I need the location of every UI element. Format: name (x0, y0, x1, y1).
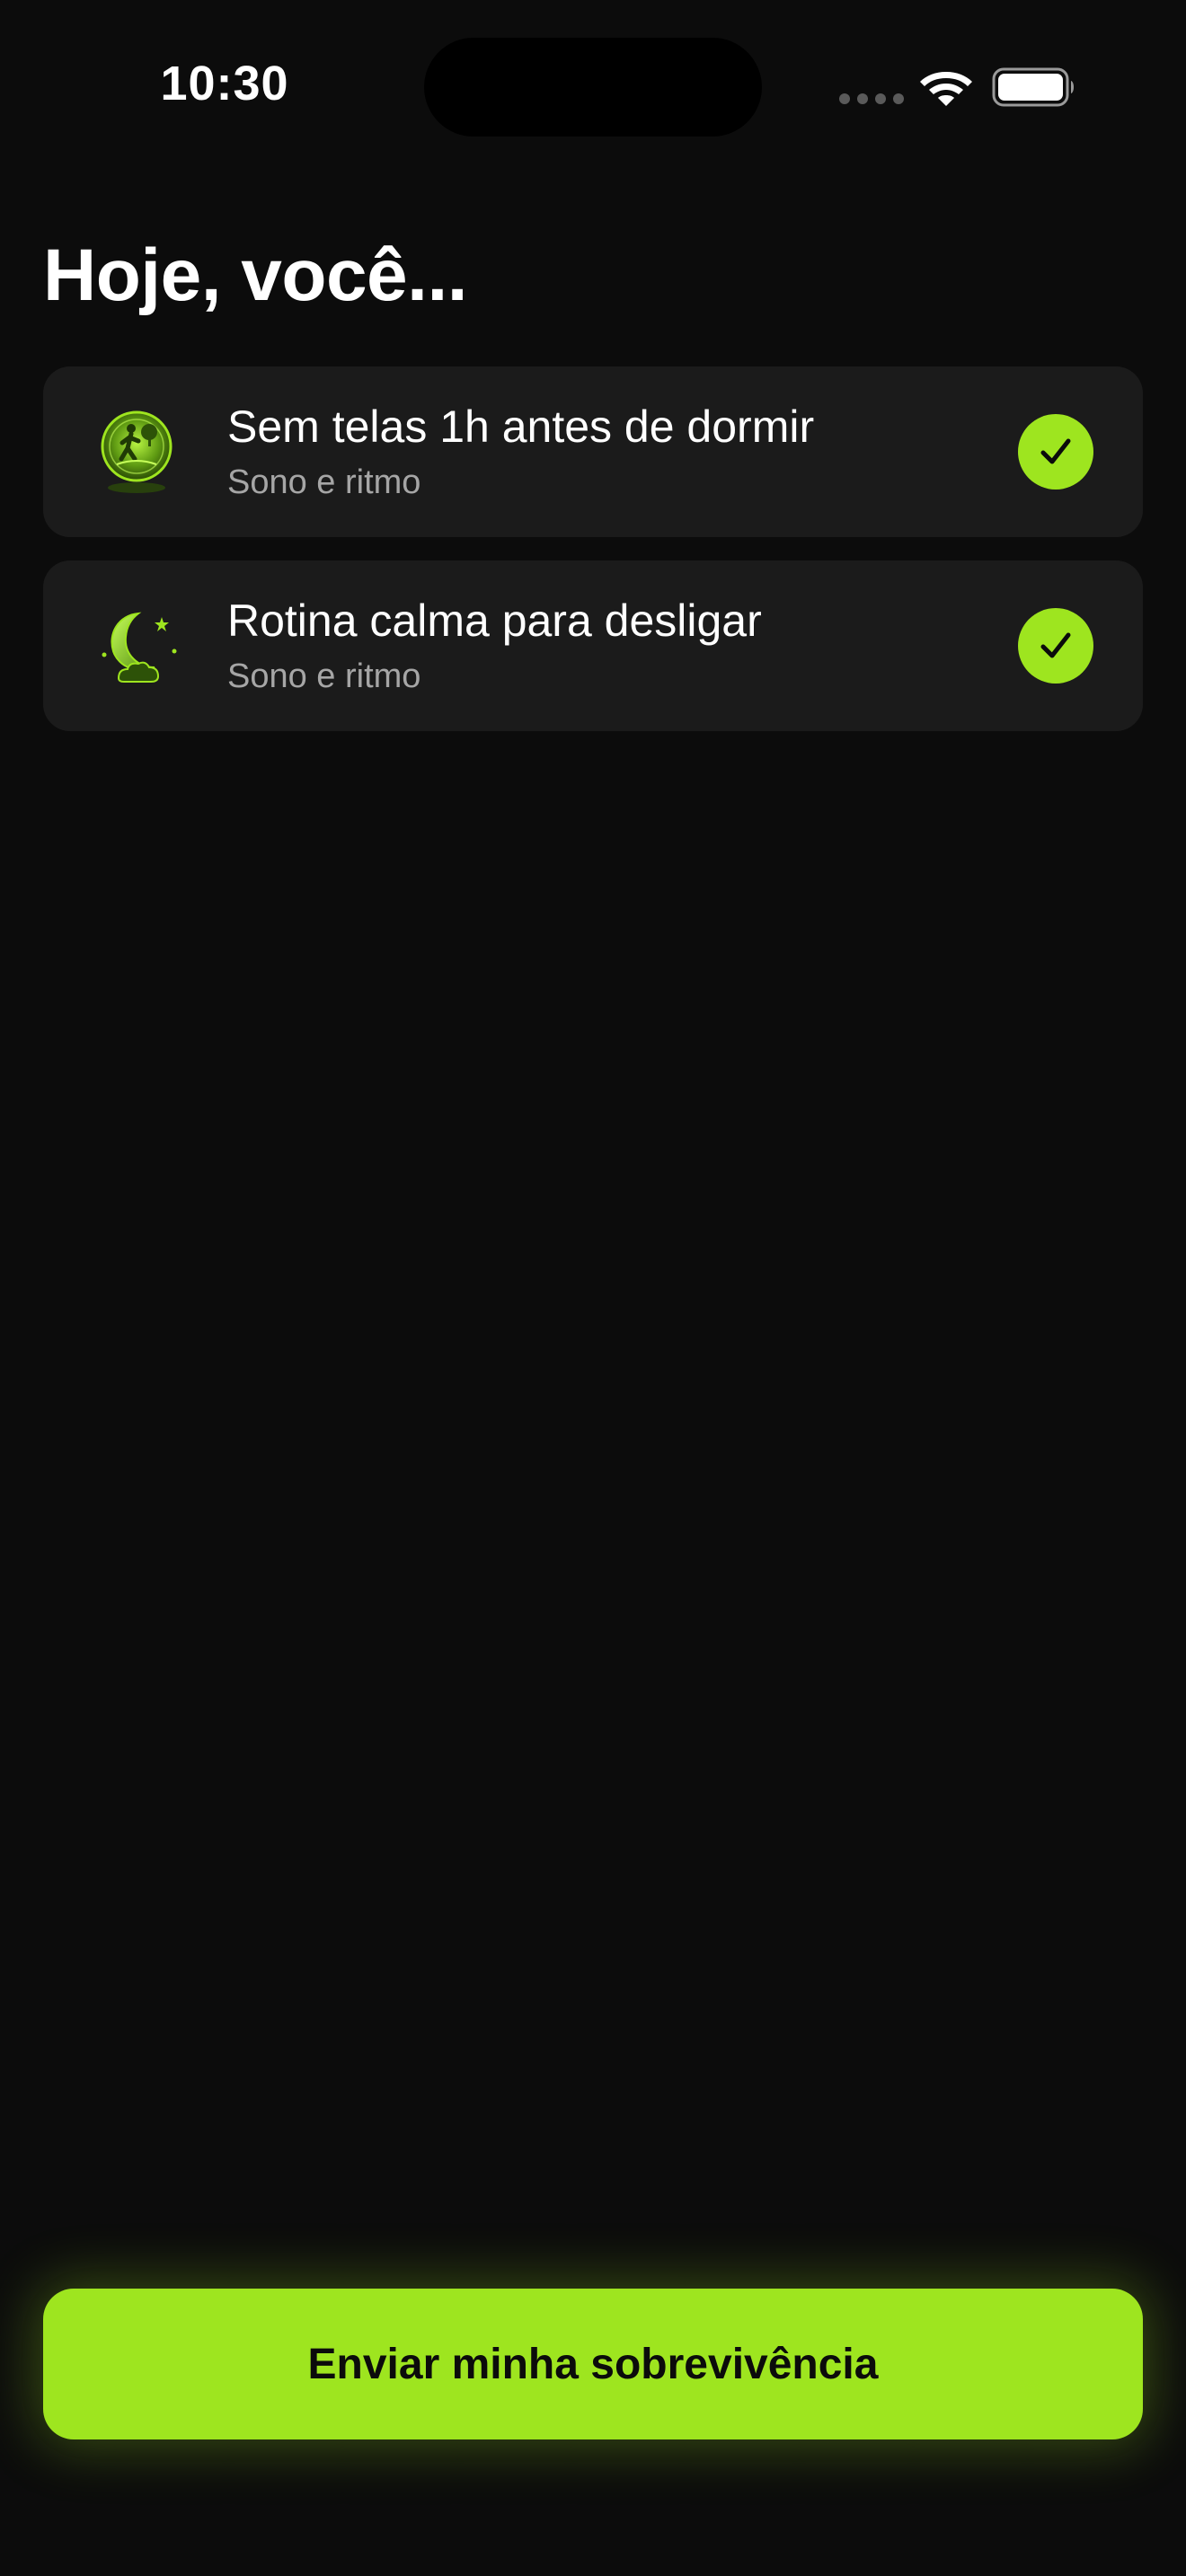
checkmark-icon (1040, 438, 1071, 464)
status-time: 10:30 (160, 57, 289, 110)
wifi-icon (920, 72, 972, 106)
habit-title: Rotina calma para desligar (227, 595, 762, 646)
habit-category: Sono e ritmo (227, 657, 421, 695)
moon-cloud-icon (102, 612, 177, 683)
dynamic-island (424, 38, 762, 137)
habit-card[interactable]: Sem telas 1h antes de dormir Sono e ritm… (43, 366, 1143, 537)
battery-icon (992, 67, 1074, 107)
status-bar: 10:30 (0, 0, 1186, 171)
walking-person-icon (101, 410, 173, 493)
page-title: Hoje, você... (43, 234, 468, 316)
habit-check-toggle[interactable] (1018, 608, 1093, 684)
habit-card[interactable]: Rotina calma para desligar Sono e ritmo (43, 560, 1143, 731)
submit-survival-button[interactable]: Enviar minha sobrevivência (43, 2289, 1143, 2439)
habit-check-toggle[interactable] (1018, 414, 1093, 490)
habit-category: Sono e ritmo (227, 463, 421, 501)
checkmark-icon (1040, 632, 1071, 658)
signal-dots-icon (839, 93, 904, 104)
habit-title: Sem telas 1h antes de dormir (227, 401, 815, 452)
